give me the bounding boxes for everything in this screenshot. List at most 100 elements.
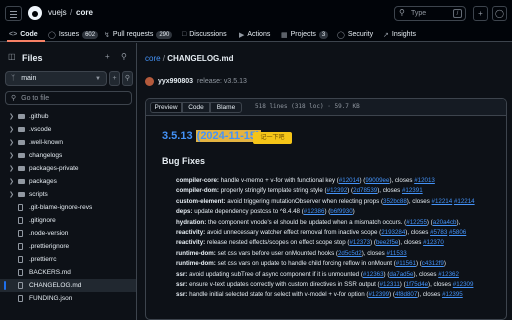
tree-item-file[interactable]: .prettierignore [0, 240, 136, 253]
tree-item-folder[interactable]: ❯ .well-known [0, 136, 136, 149]
bullet-link[interactable]: #5783 [430, 229, 447, 236]
bullet-link[interactable]: #12311 [380, 281, 400, 288]
list-item: runtime-dom: set css vars before user on… [176, 250, 506, 260]
bullet-text: update dependency postcss to ^8.4.48 ( [192, 208, 304, 216]
branch-selector[interactable]: ᛉ main ▼ [5, 71, 107, 86]
active-tab-underline [7, 40, 45, 42]
tab-security[interactable]: ◯ Security [337, 29, 373, 40]
bullet-link[interactable]: #11533 [386, 250, 406, 257]
bullet-link[interactable]: b6f9930 [330, 208, 352, 215]
tree-item-file[interactable]: BACKERS.md [0, 266, 136, 279]
owner-link[interactable]: vuejs [48, 8, 67, 17]
tab-discussions[interactable]: □ Discussions [182, 29, 227, 40]
repo-link[interactable]: core [76, 8, 93, 17]
bullet-link[interactable]: #12395 [442, 291, 463, 298]
bullet-link[interactable]: c4312f9 [422, 260, 444, 267]
tree-item-file[interactable]: FUNDING.json [0, 292, 136, 305]
bullet-link[interactable]: #11561 [396, 260, 416, 267]
tab-preview[interactable]: Preview [150, 102, 182, 113]
list-item: runtime-dom: set css vars on update to h… [176, 260, 506, 270]
tree-item-file[interactable]: .gitignore [0, 214, 136, 227]
bullet-link[interactable]: #12013 [414, 177, 435, 184]
tree-item-label: scripts [29, 191, 48, 198]
search-icon[interactable]: ⚲ [121, 52, 132, 63]
bullet-link[interactable]: 4f8d807 [395, 291, 417, 298]
tab-label: Code [20, 31, 38, 38]
tree-item-folder[interactable]: ❯ .github [0, 110, 136, 123]
bullet-link[interactable]: #12386 [304, 208, 325, 215]
bullet-text: avoid updating subTree of async componen… [187, 270, 363, 278]
tree-item-folder[interactable]: ❯ packages [0, 175, 136, 188]
tree-item-folder[interactable]: ❯ packages-private [0, 162, 136, 175]
bullet-scope: reactivity: [176, 228, 206, 236]
tree-item-folder[interactable]: ❯ scripts [0, 188, 136, 201]
search-files-button[interactable]: ⚲ [122, 71, 133, 86]
tab-code[interactable]: <> Code [9, 29, 38, 40]
tree-item-folder[interactable]: ❯ changelogs [0, 149, 136, 162]
bullet-scope: compiler-dom: [176, 187, 219, 195]
tree-item-file[interactable]: .prettierrc [0, 253, 136, 266]
search-icon: ⚲ [124, 75, 131, 82]
file-icon [18, 295, 23, 302]
tree-item-label: packages [29, 178, 57, 185]
bullet-link[interactable]: #12392 [327, 187, 348, 194]
sidebar-title: Files [22, 53, 43, 63]
commit-message[interactable]: release: v3.5.13 [197, 78, 247, 85]
avatar[interactable] [145, 76, 154, 86]
bullet-link[interactable]: #12255 [406, 219, 427, 226]
bullet-link[interactable]: 2d5c5d2 [338, 250, 362, 257]
bullet-link[interactable]: 2193284 [381, 229, 405, 236]
tab-blame[interactable]: Blame [210, 102, 242, 113]
tab-code-view[interactable]: Code [182, 102, 210, 113]
bullet-link[interactable]: #12363 [363, 271, 384, 278]
tab-count: 290 [156, 30, 173, 39]
bullet-link[interactable]: #12014 [339, 177, 360, 184]
bullet-link[interactable]: #12373 [349, 239, 370, 246]
commit-author[interactable]: yyx990803 [158, 78, 193, 85]
folder-icon [18, 127, 25, 132]
bullet-link[interactable]: da7ad5e [389, 271, 413, 278]
bullet-link[interactable]: #12370 [423, 239, 444, 246]
tree-item-folder[interactable]: ❯ .vscode [0, 123, 136, 136]
bullet-link[interactable]: bee2f5e [376, 239, 398, 246]
bullet-text: ), closes [405, 228, 431, 236]
add-file-button[interactable]: + [109, 71, 120, 86]
add-file-icon[interactable]: + [105, 52, 116, 63]
bullet-link[interactable]: #12214 [432, 198, 453, 205]
tab-actions[interactable]: ▶ Actions [239, 29, 270, 40]
bullet-link[interactable]: #12399 [368, 291, 389, 298]
tab-issues[interactable]: ◯ Issues 602 [48, 29, 99, 40]
bullet-link[interactable]: #5806 [449, 229, 466, 236]
release-heading[interactable]: 3.5.13 (2024-11-15) [162, 130, 261, 142]
folder-icon [18, 166, 25, 171]
github-logo-icon[interactable] [28, 6, 42, 20]
issues-shortcut-button[interactable]: ◯ [492, 6, 507, 21]
bullet-link[interactable]: #12309 [453, 281, 474, 288]
bullet-link[interactable]: #12362 [438, 271, 459, 278]
sidebar-collapse-icon[interactable]: ◫ [8, 52, 19, 63]
bullet-link[interactable]: a20a4cb [433, 219, 457, 226]
create-new-button[interactable]: + [473, 6, 488, 21]
search-input[interactable]: ⚲ Type / [394, 6, 466, 21]
tab-pull-requests[interactable]: ↯ Pull requests 290 [104, 29, 173, 40]
tab-label: Discussions [189, 31, 227, 38]
bullet-link[interactable]: 99009ee [365, 177, 389, 184]
path-repo-link[interactable]: core [145, 54, 161, 63]
go-to-file-input[interactable]: ⚲ Go to file [5, 91, 132, 105]
tree-item-file[interactable]: .node-version [0, 227, 136, 240]
bullet-link[interactable]: 2d78539 [353, 187, 377, 194]
bullet-text: ), closes [361, 249, 387, 257]
tab-projects[interactable]: ▦ Projects 3 [281, 29, 329, 40]
search-placeholder: Type [411, 10, 427, 17]
bullet-link[interactable]: 1f75d4e [406, 281, 428, 288]
issue-icon: ◯ [48, 31, 56, 39]
release-version: 3.5.13 [162, 130, 193, 142]
tab-insights[interactable]: ↗ Insights [383, 29, 416, 40]
tree-item-file[interactable]: .git-blame-ignore-revs [0, 201, 136, 214]
tree-item-file-selected[interactable]: CHANGELOG.md [0, 279, 136, 292]
top-header: vuejs / core ⚲ Type / + ◯ [0, 0, 512, 27]
bullet-link[interactable]: #12391 [402, 187, 423, 194]
hamburger-menu-button[interactable] [5, 6, 22, 21]
bullet-link[interactable]: 352bc88 [383, 198, 407, 205]
bullet-link[interactable]: #12214 [454, 198, 475, 205]
